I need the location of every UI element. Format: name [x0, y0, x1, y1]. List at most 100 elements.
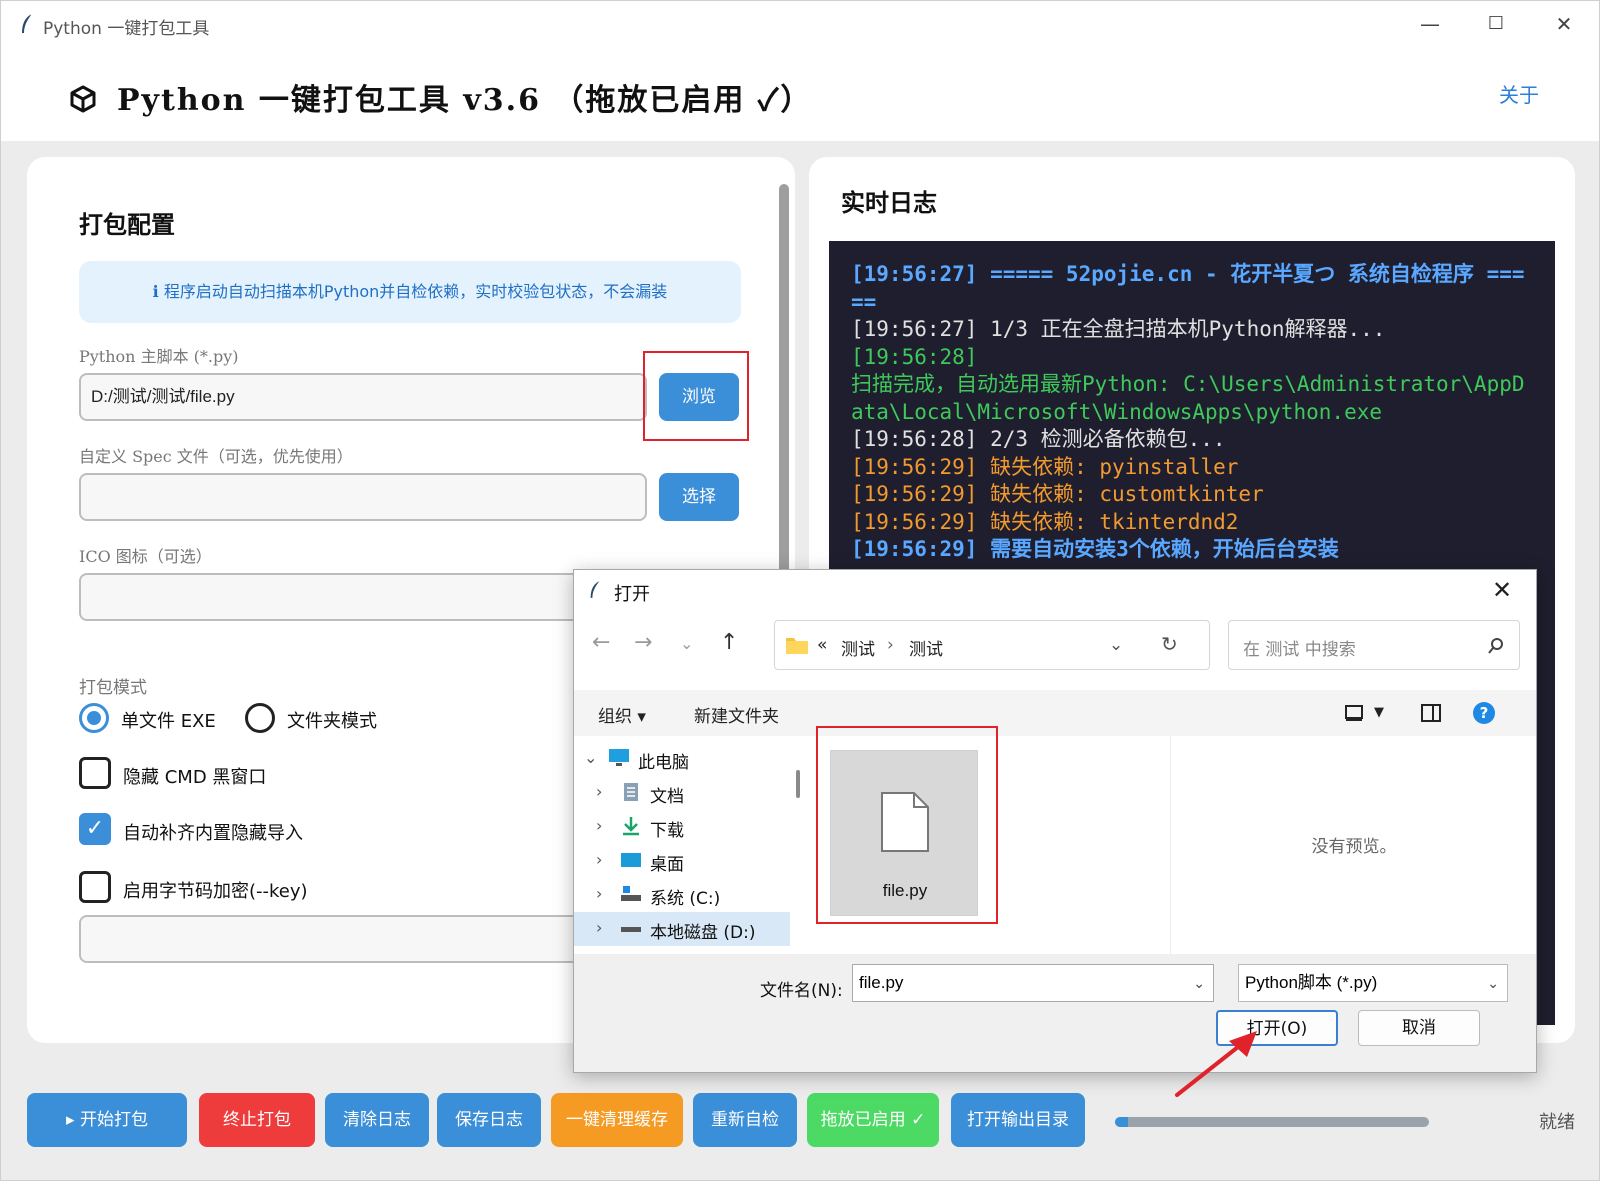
- dialog-title-bar: 打开 ✕: [574, 570, 1536, 612]
- address-bar[interactable]: « 测试 › 测试 ⌄ ↻: [774, 620, 1210, 670]
- about-link[interactable]: 关于: [1499, 79, 1539, 108]
- back-arrow-icon[interactable]: ←: [592, 630, 610, 655]
- folder-icon: [786, 638, 808, 654]
- recent-chevron-icon[interactable]: ⌄: [680, 634, 693, 653]
- preview-pane-icon[interactable]: [1420, 703, 1442, 723]
- filename-input[interactable]: file.py ⌄: [852, 964, 1214, 1002]
- window-title: Python 一键打包工具: [43, 19, 210, 39]
- up-arrow-icon[interactable]: ↑: [720, 630, 738, 655]
- app-title: Python 一键打包工具 v3.6 （拖放已启用 ✓）: [117, 83, 813, 118]
- main-script-input[interactable]: D:/测试/测试/file.py: [79, 373, 647, 421]
- forward-arrow-icon[interactable]: →: [634, 630, 652, 655]
- expand-chevron-icon[interactable]: ›: [596, 782, 602, 801]
- clear-cache-button[interactable]: 一键清理缓存: [551, 1093, 683, 1147]
- start-build-button[interactable]: ▸ 开始打包: [27, 1093, 187, 1147]
- maximize-button[interactable]: ☐: [1473, 11, 1519, 37]
- tree-item-drive-c[interactable]: › 系统 (C:): [574, 878, 790, 912]
- filename-label: 文件名(N):: [760, 981, 843, 1001]
- expand-chevron-icon[interactable]: ›: [596, 850, 602, 869]
- package-icon: [70, 85, 96, 113]
- download-icon: [623, 817, 639, 836]
- view-mode-icon[interactable]: [1344, 704, 1364, 722]
- save-log-button[interactable]: 保存日志: [437, 1093, 541, 1147]
- open-file-dialog: 打开 ✕ ← → ⌄ ↑ « 测试 › 测试 ⌄ ↻ 在 测试 中搜索 组织 ▾…: [573, 569, 1537, 1073]
- status-text: 就绪: [1539, 1112, 1575, 1133]
- expand-chevron-icon[interactable]: ⌄: [584, 748, 597, 767]
- drive-c-icon: [621, 886, 641, 901]
- log-line: [19:56:29] 缺失依赖: tkinterdnd2: [851, 509, 1239, 534]
- highlight-frame-browse: [643, 351, 749, 441]
- encrypt-checkbox[interactable]: [79, 871, 111, 903]
- info-banner: ℹ 程序启动自动扫描本机Python并自检依赖，实时校验包状态，不会漏装: [79, 261, 741, 323]
- drag-drop-button[interactable]: 拖放已启用 ✓: [807, 1093, 939, 1147]
- filetype-dropdown-icon[interactable]: ⌄: [1487, 965, 1499, 1001]
- folder-mode-label: 文件夹模式: [287, 711, 377, 732]
- key-input[interactable]: [79, 915, 647, 963]
- breadcrumb-item[interactable]: 测试: [909, 635, 943, 660]
- annotation-arrow-icon: [1175, 1031, 1257, 1097]
- dialog-toolbar: 组织 ▾ 新建文件夹 ▼ ?: [574, 690, 1536, 736]
- svg-text:?: ?: [1480, 704, 1489, 722]
- view-dropdown-icon[interactable]: ▼: [1374, 705, 1384, 720]
- spec-label: 自定义 Spec 文件（可选，优先使用）: [79, 447, 353, 466]
- navigation-pane: ⌄ 此电脑 › 文档 › 下载 › 桌面 › 系统 (C:) › 本地磁盘 (D…: [574, 736, 790, 954]
- log-line: [19:56:29] 缺失依赖: customtkinter: [851, 482, 1264, 506]
- title-bar: Python 一键打包工具 — ☐ ✕: [1, 1, 1599, 47]
- hide-cmd-checkbox[interactable]: [79, 757, 111, 789]
- auto-imports-checkbox[interactable]: ✓: [79, 813, 111, 845]
- preview-pane: 没有预览。: [1170, 736, 1536, 954]
- address-dropdown-icon[interactable]: ⌄: [1109, 635, 1123, 655]
- app-window: Python 一键打包工具 — ☐ ✕ Python 一键打包工具 v3.6 （…: [0, 0, 1600, 1181]
- stop-build-button[interactable]: 终止打包: [199, 1093, 315, 1147]
- radio-single-exe[interactable]: [79, 703, 109, 733]
- clear-log-button[interactable]: 清除日志: [325, 1093, 429, 1147]
- filename-dropdown-icon[interactable]: ⌄: [1193, 965, 1205, 1001]
- search-box[interactable]: 在 测试 中搜索: [1228, 620, 1520, 670]
- desktop-icon: [621, 853, 641, 867]
- filetype-select[interactable]: Python脚本 (*.py) ⌄: [1238, 964, 1508, 1002]
- no-preview-text: 没有预览。: [1311, 837, 1397, 857]
- ico-input[interactable]: [79, 573, 647, 621]
- open-output-button[interactable]: 打开输出目录: [951, 1093, 1085, 1147]
- encrypt-label: 启用字节码加密(--key): [123, 881, 308, 902]
- tree-item-documents[interactable]: › 文档: [574, 776, 790, 810]
- refresh-icon[interactable]: ↻: [1161, 632, 1178, 656]
- breadcrumb-item[interactable]: 测试: [841, 635, 875, 660]
- new-folder-button[interactable]: 新建文件夹: [694, 702, 779, 727]
- app-header: Python 一键打包工具 v3.6 （拖放已启用 ✓） 关于: [1, 47, 1599, 141]
- config-scrollbar[interactable]: [779, 184, 789, 574]
- ico-label: ICO 图标（可选）: [79, 547, 212, 566]
- expand-chevron-icon[interactable]: ›: [596, 918, 602, 937]
- config-title: 打包配置: [79, 211, 175, 239]
- cancel-button[interactable]: 取消: [1358, 1010, 1480, 1046]
- mode-label: 打包模式: [79, 678, 147, 697]
- expand-chevron-icon[interactable]: ›: [596, 884, 602, 903]
- tree-item-desktop[interactable]: › 桌面: [574, 844, 790, 878]
- search-placeholder: 在 测试 中搜索: [1243, 640, 1356, 660]
- feather-icon: [22, 13, 33, 33]
- tree-item-downloads[interactable]: › 下载: [574, 810, 790, 844]
- dialog-close-button[interactable]: ✕: [1492, 576, 1512, 604]
- expand-chevron-icon[interactable]: ›: [596, 816, 602, 835]
- progress-bar: [1115, 1117, 1429, 1127]
- main-script-label: Python 主脚本 (*.py): [79, 347, 239, 366]
- tree-item-drive-d[interactable]: › 本地磁盘 (D:): [574, 912, 790, 946]
- help-icon[interactable]: ?: [1472, 701, 1496, 725]
- choose-spec-button[interactable]: 选择: [659, 473, 739, 521]
- filetype-value: Python脚本 (*.py): [1245, 973, 1378, 992]
- tree-item-this-pc[interactable]: ⌄ 此电脑: [574, 742, 790, 776]
- document-icon: [624, 783, 638, 801]
- recheck-button[interactable]: 重新自检: [693, 1093, 797, 1147]
- pc-icon: [609, 749, 629, 766]
- close-button[interactable]: ✕: [1541, 11, 1587, 37]
- log-line: [19:56:29] 缺失依赖: pyinstaller: [851, 454, 1239, 479]
- organize-menu[interactable]: 组织 ▾: [598, 702, 646, 727]
- minimize-button[interactable]: —: [1407, 11, 1453, 37]
- dialog-title: 打开: [614, 584, 650, 605]
- log-line: [19:56:29] 需要自动安装3个依赖，开始后台安装: [851, 537, 1339, 561]
- spec-input[interactable]: [79, 473, 647, 521]
- highlight-frame-file: [816, 726, 998, 924]
- log-line: 扫描完成，自动选用最新Python: C:\Users\Administrato…: [851, 372, 1525, 424]
- nav-scrollbar[interactable]: [796, 770, 800, 798]
- radio-folder-mode[interactable]: [245, 703, 275, 733]
